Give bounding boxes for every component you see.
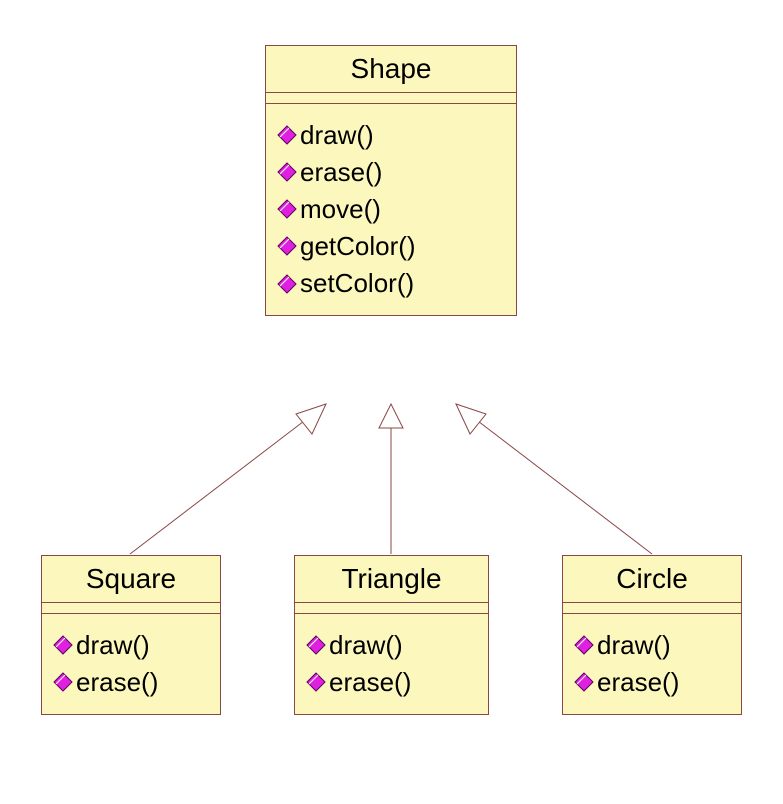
method-label: draw()	[329, 628, 403, 663]
class-triangle: Triangle draw() erase()	[294, 555, 489, 715]
class-square: Square draw() erase()	[41, 555, 221, 715]
methods-compartment: draw() erase()	[295, 614, 488, 714]
method-label: draw()	[76, 628, 150, 663]
method-diamond-icon	[276, 199, 298, 219]
method-diamond-icon	[276, 125, 298, 145]
method-label: erase()	[76, 665, 158, 700]
class-shape: Shape draw() erase() move() getColor()	[265, 45, 517, 316]
method-diamond-icon	[52, 672, 74, 692]
method-label: setColor()	[300, 266, 414, 301]
class-title: Triangle	[295, 556, 488, 603]
method-row: draw()	[52, 628, 210, 663]
method-label: erase()	[329, 665, 411, 700]
method-row: draw()	[305, 628, 478, 663]
class-title: Shape	[266, 46, 516, 93]
attributes-compartment	[563, 603, 741, 614]
method-diamond-icon	[276, 236, 298, 256]
attributes-compartment	[295, 603, 488, 614]
attributes-compartment	[266, 93, 516, 104]
method-label: getColor()	[300, 229, 416, 264]
method-diamond-icon	[573, 635, 595, 655]
method-row: erase()	[276, 155, 506, 190]
inheritance-arrow-triangle	[379, 404, 403, 554]
method-row: erase()	[573, 665, 731, 700]
method-row: draw()	[276, 118, 506, 153]
method-diamond-icon	[276, 162, 298, 182]
class-title: Square	[42, 556, 220, 603]
method-row: erase()	[52, 665, 210, 700]
method-label: move()	[300, 192, 381, 227]
class-circle: Circle draw() erase()	[562, 555, 742, 715]
methods-compartment: draw() erase() move() getColor() setColo…	[266, 104, 516, 315]
inheritance-arrow-circle	[456, 404, 652, 554]
methods-compartment: draw() erase()	[563, 614, 741, 714]
method-diamond-icon	[573, 672, 595, 692]
method-row: move()	[276, 192, 506, 227]
method-label: draw()	[300, 118, 374, 153]
method-label: draw()	[597, 628, 671, 663]
method-label: erase()	[300, 155, 382, 190]
method-label: erase()	[597, 665, 679, 700]
method-row: getColor()	[276, 229, 506, 264]
class-title: Circle	[563, 556, 741, 603]
method-diamond-icon	[305, 635, 327, 655]
method-row: draw()	[573, 628, 731, 663]
inheritance-arrow-square	[130, 404, 326, 554]
method-diamond-icon	[305, 672, 327, 692]
method-diamond-icon	[52, 635, 74, 655]
attributes-compartment	[42, 603, 220, 614]
method-row: erase()	[305, 665, 478, 700]
method-diamond-icon	[276, 274, 298, 294]
method-row: setColor()	[276, 266, 506, 301]
methods-compartment: draw() erase()	[42, 614, 220, 714]
